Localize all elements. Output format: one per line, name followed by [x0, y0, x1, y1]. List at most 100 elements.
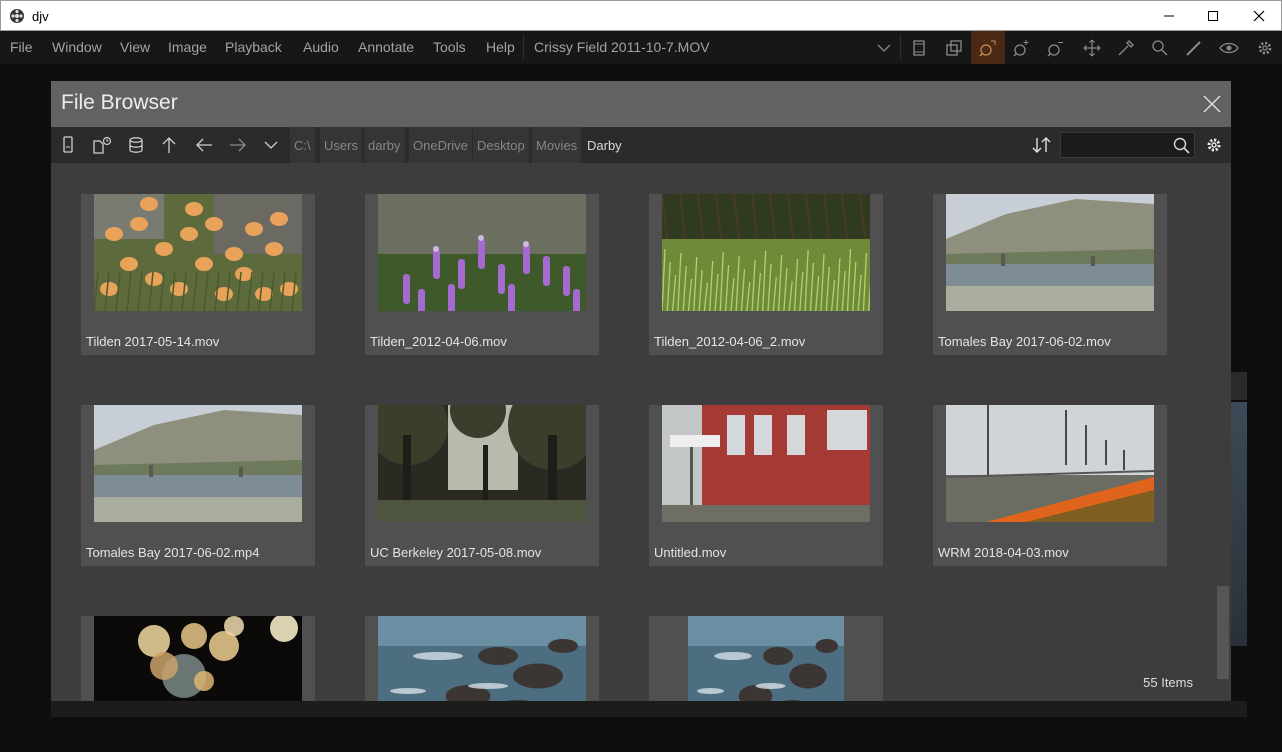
annotate-pen-button[interactable] [1177, 31, 1211, 64]
path-segment-movies[interactable]: Movies [532, 127, 582, 163]
file-name: WRM 2018-04-03.mov [938, 545, 1069, 560]
current-file-selector[interactable]: Crissy Field 2011-10-7.MOV [534, 39, 710, 55]
file-tile[interactable]: Tomales Bay 2017-06-02.mov [933, 194, 1167, 355]
zoom-out-button[interactable] [1039, 31, 1073, 64]
menu-view[interactable]: View [120, 39, 150, 55]
pan-button[interactable] [1075, 31, 1109, 64]
magnify-button[interactable] [1143, 31, 1177, 64]
path-segment-darby[interactable]: darby [364, 127, 405, 163]
file-thumbnail [662, 405, 870, 522]
file-browser-settings-button[interactable] [1200, 131, 1228, 159]
file-tile[interactable] [365, 616, 599, 701]
maximize-button[interactable] [1190, 1, 1236, 31]
minimize-icon [1164, 15, 1174, 17]
file-thumbnail [662, 194, 870, 311]
file-browser-toolbar: C:\ Users darby OneDrive Desktop Movies … [51, 127, 1231, 163]
arrow-up-icon [162, 137, 176, 153]
path-segment-current[interactable]: Darby [583, 127, 626, 163]
drive-icon [63, 136, 73, 153]
file-name: Tomales Bay 2017-06-02.mp4 [86, 545, 260, 560]
zoom-in-button[interactable] [1005, 31, 1039, 64]
file-browser-window: File Browser C:\ Users darby OneDrive De… [51, 81, 1231, 701]
annotate-pen-icon [1186, 40, 1201, 56]
file-tile[interactable] [649, 616, 883, 701]
history-dropdown-button[interactable] [257, 131, 285, 159]
file-tile[interactable] [81, 616, 315, 701]
menu-help[interactable]: Help [486, 39, 515, 55]
arrow-right-icon [230, 138, 246, 152]
back-button[interactable] [190, 131, 218, 159]
window-titlebar: djv [0, 0, 1282, 31]
pan-icon [1083, 39, 1101, 56]
drives-button[interactable] [54, 131, 82, 159]
chevron-down-icon [264, 141, 278, 149]
file-tile[interactable]: Tomales Bay 2017-06-02.mp4 [81, 405, 315, 566]
file-thumbnail [946, 194, 1154, 311]
menu-tools[interactable]: Tools [433, 39, 466, 55]
path-segment-drive[interactable]: C:\ [290, 127, 315, 163]
settings-gear-icon [1258, 41, 1272, 54]
file-browser-header: File Browser [51, 81, 1231, 127]
background-panel [1231, 372, 1247, 400]
path-segment-onedrive[interactable]: OneDrive [409, 127, 472, 163]
fullscreen-icon [913, 39, 925, 56]
view-eye-icon [1219, 42, 1239, 53]
close-window-button[interactable] [1236, 1, 1282, 31]
file-name: Tilden_2012-04-06.mov [370, 334, 507, 349]
menu-window[interactable]: Window [52, 39, 102, 55]
menu-playback[interactable]: Playback [225, 39, 282, 55]
file-browser-title: File Browser [61, 91, 178, 114]
background-timeline [51, 701, 1247, 717]
file-tile[interactable]: UC Berkeley 2017-05-08.mov [365, 405, 599, 566]
up-directory-button[interactable] [155, 131, 183, 159]
color-picker-icon [1118, 39, 1134, 55]
menu-separator [900, 35, 901, 60]
path-segment-desktop[interactable]: Desktop [473, 127, 529, 163]
sort-button[interactable] [1028, 131, 1056, 159]
background-video-edge [1231, 402, 1247, 646]
menu-image[interactable]: Image [168, 39, 207, 55]
file-browser-close-button[interactable] [1199, 91, 1225, 117]
file-tile[interactable]: Tilden_2012-04-06.mov [365, 194, 599, 355]
zoom-fit-button[interactable] [971, 31, 1005, 64]
file-name: UC Berkeley 2017-05-08.mov [370, 545, 542, 560]
file-name: Tilden_2012-04-06_2.mov [654, 334, 806, 349]
file-tile[interactable]: Tilden 2017-05-14.mov [81, 194, 315, 355]
close-icon [1253, 10, 1265, 22]
window-layout-button[interactable] [937, 31, 971, 64]
file-thumbnail [378, 405, 586, 522]
recent-files-button[interactable] [88, 131, 116, 159]
search-input[interactable] [1061, 133, 1169, 157]
file-tile[interactable]: Untitled.mov [649, 405, 883, 566]
file-tile[interactable]: WRM 2018-04-03.mov [933, 405, 1167, 566]
menu-annotate[interactable]: Annotate [358, 39, 414, 55]
settings-gear-icon [1207, 138, 1221, 152]
file-thumbnail [378, 616, 586, 701]
file-thumbnail [946, 405, 1154, 522]
close-icon [1203, 95, 1221, 113]
menu-audio[interactable]: Audio [303, 39, 339, 55]
file-thumbnail [378, 194, 586, 311]
file-tile[interactable]: Tilden_2012-04-06_2.mov [649, 194, 883, 355]
file-name: Untitled.mov [654, 545, 727, 560]
file-thumbnail [94, 616, 302, 701]
minimize-button[interactable] [1146, 1, 1192, 31]
file-name: Tomales Bay 2017-06-02.mov [938, 334, 1111, 349]
settings-button[interactable] [1248, 31, 1282, 64]
scrollbar-thumb[interactable] [1217, 586, 1229, 679]
path-segment-users[interactable]: Users [320, 127, 362, 163]
search-field[interactable] [1060, 132, 1195, 158]
zoom-fit-icon [979, 40, 996, 57]
recent-files-icon [93, 136, 112, 154]
arrow-left-icon [196, 138, 212, 152]
view-eye-button[interactable] [1212, 31, 1246, 64]
menu-file[interactable]: File [10, 39, 33, 55]
color-picker-button[interactable] [1109, 31, 1143, 64]
bookmarks-button[interactable] [122, 131, 150, 159]
forward-button[interactable] [224, 131, 252, 159]
search-icon [1173, 137, 1190, 154]
djv-app-icon [10, 9, 24, 23]
file-thumbnail [94, 405, 302, 522]
chevron-down-icon[interactable] [877, 43, 891, 53]
fullscreen-button[interactable] [902, 31, 936, 64]
